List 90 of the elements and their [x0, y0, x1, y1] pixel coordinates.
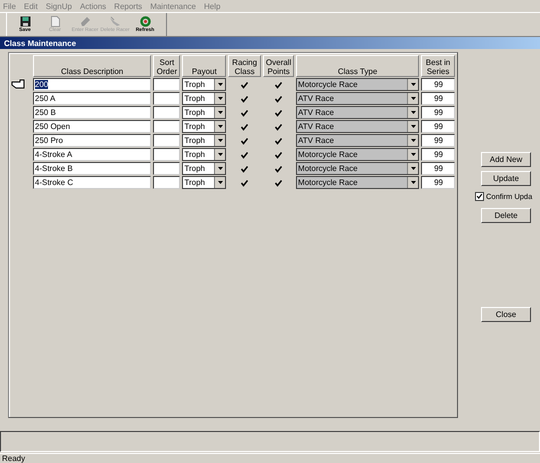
- action-button[interactable]: Update: [481, 171, 531, 186]
- payout-dropdown[interactable]: Troph: [182, 134, 226, 147]
- description-field[interactable]: 4-Stroke C: [32, 176, 152, 189]
- payout-dropdown[interactable]: Troph: [182, 176, 226, 189]
- class-type-dropdown[interactable]: ATV Race: [296, 120, 420, 133]
- sort-order-field[interactable]: [153, 92, 180, 105]
- caret-down-icon: [411, 97, 416, 100]
- description-field[interactable]: 250 B: [32, 106, 152, 119]
- refresh-icon: [140, 16, 150, 27]
- column-header: Class Description: [32, 55, 152, 77]
- caret-down-icon: [411, 125, 416, 128]
- checkbox[interactable]: [274, 164, 284, 174]
- checkbox[interactable]: [475, 192, 484, 201]
- description-field[interactable]: 250 Open: [32, 120, 152, 133]
- checkbox[interactable]: [240, 122, 250, 132]
- best-in-series-field[interactable]: 99: [421, 78, 455, 91]
- pencil-icon: [80, 16, 90, 27]
- sort-order-field[interactable]: [153, 120, 180, 133]
- payout-dropdown[interactable]: Troph: [182, 120, 226, 133]
- window-title: Class Maintenance: [0, 37, 540, 49]
- column-header: Best in Series: [421, 55, 455, 77]
- checkbox[interactable]: [240, 178, 250, 188]
- description-field[interactable]: 250 A: [32, 92, 152, 105]
- checkbox[interactable]: [240, 150, 250, 160]
- column-header: Racing Class: [228, 55, 262, 77]
- caret-down-icon: [218, 97, 224, 100]
- column-header: Payout: [182, 55, 226, 77]
- checkbox[interactable]: [240, 108, 250, 118]
- description-field[interactable]: 200: [32, 78, 152, 91]
- caret-down-icon: [411, 181, 416, 184]
- caret-down-icon: [218, 153, 224, 156]
- column-header: Class Type: [296, 55, 420, 77]
- best-in-series-field[interactable]: 99: [421, 92, 455, 105]
- sort-order-field[interactable]: [153, 134, 180, 147]
- checkbox[interactable]: [240, 164, 250, 174]
- sort-order-field[interactable]: [153, 162, 180, 175]
- best-in-series-field[interactable]: 99: [421, 148, 455, 161]
- caret-down-icon: [218, 139, 224, 142]
- close-button[interactable]: Close: [481, 307, 531, 322]
- best-in-series-field[interactable]: 99: [421, 176, 455, 189]
- checkbox[interactable]: [274, 122, 284, 132]
- status-text: Ready: [0, 453, 540, 463]
- checkbox[interactable]: [274, 108, 284, 118]
- payout-dropdown[interactable]: Troph: [182, 92, 226, 105]
- class-type-dropdown[interactable]: ATV Race: [296, 92, 420, 105]
- action-button[interactable]: Add New: [481, 152, 531, 167]
- caret-down-icon: [411, 139, 416, 142]
- caret-down-icon: [411, 167, 416, 170]
- class-type-dropdown[interactable]: Motorcycle Race: [296, 176, 420, 189]
- checkbox[interactable]: [274, 94, 284, 104]
- checkbox[interactable]: [274, 80, 284, 90]
- checkbox[interactable]: [274, 136, 284, 146]
- eraser-icon: [109, 16, 121, 27]
- column-header: Sort Order: [153, 55, 180, 77]
- caret-down-icon: [218, 167, 224, 170]
- best-in-series-field[interactable]: 99: [421, 120, 455, 133]
- caret-down-icon: [218, 125, 224, 128]
- best-in-series-field[interactable]: 99: [421, 162, 455, 175]
- caret-down-icon: [411, 153, 416, 156]
- checkbox[interactable]: [274, 178, 284, 188]
- class-type-dropdown[interactable]: ATV Race: [296, 106, 420, 119]
- sort-order-field[interactable]: [153, 106, 180, 119]
- best-in-series-field[interactable]: 99: [421, 106, 455, 119]
- payout-dropdown[interactable]: Troph: [182, 106, 226, 119]
- class-type-dropdown[interactable]: ATV Race: [296, 134, 420, 147]
- sort-order-field[interactable]: [153, 78, 180, 91]
- class-type-dropdown[interactable]: Motorcycle Race: [296, 162, 420, 175]
- payout-dropdown[interactable]: Troph: [182, 78, 226, 91]
- delete-button[interactable]: Delete: [481, 208, 531, 223]
- description-field[interactable]: 4-Stroke A: [32, 148, 152, 161]
- sort-order-field[interactable]: [153, 148, 180, 161]
- checkbox[interactable]: [274, 150, 284, 160]
- column-header: Overall Points: [263, 55, 294, 77]
- checkbox[interactable]: [240, 94, 250, 104]
- caret-down-icon: [218, 83, 224, 86]
- class-type-dropdown[interactable]: Motorcycle Race: [296, 78, 420, 91]
- sort-order-field[interactable]: [153, 176, 180, 189]
- checkbox[interactable]: [240, 136, 250, 146]
- best-in-series-field[interactable]: 99: [421, 134, 455, 147]
- payout-dropdown[interactable]: Troph: [182, 148, 226, 161]
- caret-down-icon: [218, 181, 224, 184]
- class-type-dropdown[interactable]: Motorcycle Race: [296, 148, 420, 161]
- checkbox[interactable]: [240, 80, 250, 90]
- caret-down-icon: [411, 111, 416, 114]
- document-icon: [50, 16, 60, 27]
- caret-down-icon: [411, 83, 416, 86]
- description-field[interactable]: 250 Pro: [32, 134, 152, 147]
- caret-down-icon: [218, 111, 224, 114]
- description-field[interactable]: 4-Stroke B: [32, 162, 152, 175]
- payout-dropdown[interactable]: Troph: [182, 162, 226, 175]
